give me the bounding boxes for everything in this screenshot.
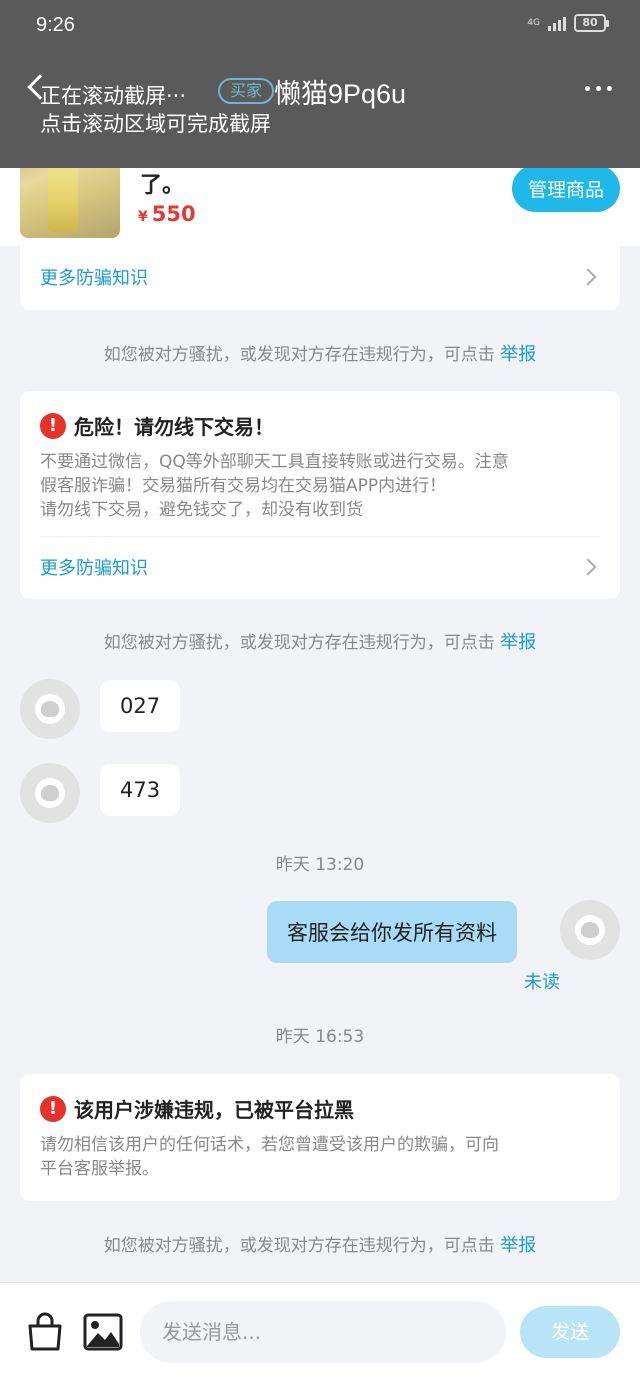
warning-title: 危险！请勿线下交易！: [74, 415, 274, 439]
message-input-bar: 发送: [0, 1282, 640, 1381]
warning-body-line: 请勿线下交易，避免钱交了，却没有收到货: [40, 500, 363, 520]
report-hint-text: 如您被对方骚扰，或发现对方存在违规行为，可点击: [103, 345, 495, 365]
warning-body-line: 假客服诈骗！交易猫所有交易均在交易猫APP内进行！: [40, 476, 447, 496]
partner-avatar[interactable]: [20, 679, 80, 739]
report-hint-text: 如您被对方骚扰，或发现对方存在违规行为，可点击: [103, 633, 495, 653]
price-currency: ¥: [138, 209, 148, 225]
chevron-right-icon: [579, 558, 597, 576]
status-icons: 4G 80: [527, 14, 609, 32]
message-timestamp: 昨天 13:20: [275, 855, 365, 875]
more-tips-row[interactable]: 更多防骗知识: [20, 246, 620, 308]
product-price: ¥550: [138, 202, 196, 226]
report-link[interactable]: 举报: [500, 632, 536, 653]
report-hint: 如您被对方骚扰，或发现对方存在违规行为，可点击 举报: [0, 628, 640, 654]
more-tips-row[interactable]: 更多防骗知识: [20, 537, 620, 597]
message-input[interactable]: [140, 1301, 506, 1363]
report-link[interactable]: 举报: [500, 344, 536, 365]
my-avatar[interactable]: [560, 900, 620, 960]
more-options-icon[interactable]: [585, 86, 612, 91]
message-bubble-incoming[interactable]: 473: [100, 764, 181, 816]
chevron-right-icon: [579, 268, 597, 286]
user-banned-notice-card: ! 该用户涉嫌违规，已被平台拉黑 请勿相信该用户的任何话术，若您曾遭受该用户的欺…: [20, 1074, 620, 1201]
network-label: 4G: [527, 17, 540, 28]
message-timestamp: 昨天 16:53: [275, 1027, 365, 1047]
battery-icon: 80: [574, 14, 609, 32]
safety-tips-card-partial: 更多防骗知识: [20, 246, 620, 310]
more-anti-fraud-link[interactable]: 更多防骗知识: [40, 264, 148, 290]
partner-avatar[interactable]: [20, 763, 80, 823]
report-hint-text: 如您被对方骚扰，或发现对方存在违规行为，可点击: [103, 1236, 495, 1256]
ban-body: 请勿相信该用户的任何话术，若您曾遭受该用户的欺骗，可向 平台客服举报。: [20, 1123, 620, 1195]
avatar-placeholder-icon: [575, 915, 605, 945]
signal-icon: [548, 15, 566, 31]
ban-body-line: 请勿相信该用户的任何话术，若您曾遭受该用户的欺骗，可向: [40, 1135, 499, 1155]
message-bubble-incoming[interactable]: 027: [100, 680, 181, 732]
avatar-placeholder-icon: [35, 694, 65, 724]
status-bar: 9:26 4G 80: [0, 0, 640, 52]
image-icon[interactable]: [82, 1311, 124, 1353]
ban-body-line: 平台客服举报。: [40, 1159, 159, 1179]
buyer-badge: 买家: [218, 78, 275, 104]
status-time: 9:26: [36, 14, 75, 36]
message-bubble-outgoing[interactable]: 客服会给你发所有资料: [267, 901, 517, 963]
unread-status: 未读: [524, 972, 560, 993]
ban-title: 该用户涉嫌违规，已被平台拉黑: [74, 1098, 354, 1122]
manage-product-button[interactable]: 管理商品: [511, 165, 620, 212]
more-anti-fraud-link[interactable]: 更多防骗知识: [40, 554, 148, 580]
warning-icon: !: [40, 1095, 66, 1122]
ban-header: ! 该用户涉嫌违规，已被平台拉黑: [20, 1074, 620, 1123]
avatar-placeholder-icon: [35, 778, 65, 808]
send-button[interactable]: 发送: [520, 1306, 620, 1358]
warning-body-line: 不要通过微信，QQ等外部聊天工具直接转账或进行交易。注意: [40, 452, 509, 472]
warning-icon: !: [40, 412, 66, 439]
report-hint: 如您被对方骚扰，或发现对方存在违规行为，可点击 举报: [0, 1231, 640, 1257]
report-link[interactable]: 举报: [500, 1235, 536, 1256]
capture-instruction-text: 点击滚动区域可完成截屏: [40, 112, 271, 136]
shopping-bag-icon[interactable]: [24, 1311, 66, 1353]
price-value: 550: [151, 202, 196, 226]
chat-partner-name: 懒猫9Pq6u: [274, 79, 407, 109]
warning-body: 不要通过微信，QQ等外部聊天工具直接转账或进行交易。注意 假客服诈骗！交易猫所有…: [20, 440, 620, 536]
warning-header: ! 危险！请勿线下交易！: [20, 391, 620, 440]
chat-header: 正在滚动截屏··· 点击滚动区域可完成截屏 买家 懒猫9Pq6u: [0, 58, 640, 136]
offline-trade-warning-card: ! 危险！请勿线下交易！ 不要通过微信，QQ等外部聊天工具直接转账或进行交易。注…: [20, 391, 620, 599]
report-hint: 如您被对方骚扰，或发现对方存在违规行为，可点击 举报: [0, 340, 640, 366]
